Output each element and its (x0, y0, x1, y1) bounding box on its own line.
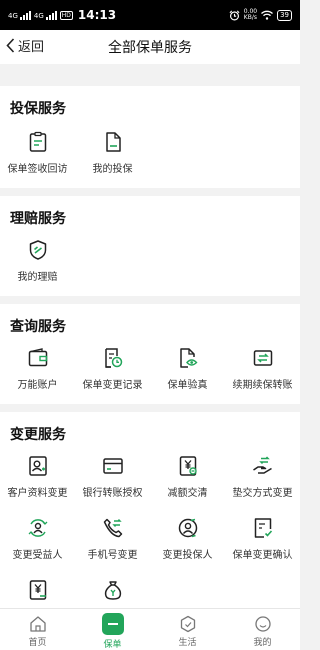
bottom-tab-bar: 首页 保单 生活 我的 (0, 608, 300, 650)
service-item-change-records[interactable]: 保单变更记录 (75, 346, 150, 391)
policyholder-icon (178, 518, 197, 538)
service-item-renewal-transfer[interactable]: 续期续保转账 (225, 346, 300, 391)
tab-policy[interactable]: 保单 (75, 609, 150, 650)
service-label: 垫交方式变更 (232, 488, 293, 499)
signal-2: 4G (34, 10, 57, 20)
wallet-icon (28, 348, 47, 367)
service-item-signoff-visit[interactable]: 保单签收回访 (0, 130, 75, 175)
service-item-partial[interactable] (75, 578, 150, 608)
yen-receipt-icon (29, 580, 46, 600)
claim-shield-icon (29, 240, 46, 260)
alarm-icon (229, 10, 240, 20)
section-title: 查询服务 (10, 319, 66, 335)
record-clock-icon (104, 348, 122, 368)
policy-icon (101, 613, 124, 635)
clipboard-icon (29, 131, 46, 152)
back-label: 返回 (18, 40, 45, 55)
signal-1: 4G (8, 10, 31, 20)
document-icon (105, 132, 121, 152)
service-item-change-policyholder[interactable]: 变更投保人 (150, 516, 225, 561)
service-item-change-confirm[interactable]: 保单变更确认 (225, 516, 300, 561)
transfer-icon (253, 350, 272, 366)
service-label: 我的投保 (92, 164, 133, 175)
section-query: 查询服务 万能账户 保单变更记录 保单验真 续期续保转账 (0, 304, 300, 404)
hand-exchange-icon (252, 456, 272, 474)
service-item-reduced-paid-up[interactable]: 减额交清 (150, 454, 225, 499)
service-item-change-beneficiary[interactable]: 变更受益人 (0, 516, 75, 561)
money-bag-icon (104, 581, 121, 600)
nav-bar: 返回 全部保单服务 (0, 30, 300, 64)
life-icon (180, 615, 195, 633)
service-item-partial[interactable] (0, 578, 75, 608)
service-item-bank-authorization[interactable]: 银行转账授权 (75, 454, 150, 499)
status-time: 14:13 (77, 8, 117, 22)
battery-indicator: 39 (277, 9, 292, 21)
service-item-advance-payment[interactable]: 垫交方式变更 (225, 454, 300, 499)
confirm-doc-icon (254, 518, 272, 538)
yen-doc-icon (179, 456, 197, 476)
service-item-universal-account[interactable]: 万能账户 (0, 346, 75, 391)
bank-card-icon (102, 458, 123, 474)
service-item-policy-verify[interactable]: 保单验真 (150, 346, 225, 391)
section-claims: 理赔服务 我的理赔 (0, 196, 300, 296)
service-item-customer-info[interactable]: 客户资料变更 (0, 454, 75, 499)
section-title: 变更服务 (10, 427, 66, 443)
section-underwriting: 投保服务 保单签收回访 我的投保 (0, 86, 300, 188)
network-speed: 0.00 KB/s (243, 8, 258, 21)
service-label: 变更受益人 (12, 550, 63, 561)
tab-label: 我的 (253, 638, 272, 648)
smile-icon (254, 616, 271, 632)
verify-eye-icon (179, 348, 197, 368)
service-label: 我的理赔 (17, 272, 58, 283)
service-label: 变更投保人 (162, 550, 213, 561)
tab-home[interactable]: 首页 (0, 609, 75, 650)
page-title: 全部保单服务 (108, 40, 192, 56)
phone-icon (103, 518, 122, 538)
service-label: 保单签收回访 (7, 164, 68, 175)
tab-label: 首页 (28, 638, 47, 648)
service-label: 保单变更记录 (82, 380, 143, 391)
tab-label: 生活 (178, 638, 197, 648)
service-label: 续期续保转账 (232, 380, 293, 391)
service-label: 保单验真 (167, 380, 208, 391)
service-label: 手机号变更 (87, 550, 138, 561)
profile-card-icon (28, 456, 47, 476)
hd-badge: HD (59, 10, 73, 20)
service-label: 保单变更确认 (232, 550, 293, 561)
tab-life[interactable]: 生活 (150, 609, 225, 650)
beneficiary-icon (28, 519, 47, 537)
service-label: 减额交清 (167, 488, 208, 499)
section-title: 投保服务 (10, 101, 66, 117)
tab-mine[interactable]: 我的 (225, 609, 300, 650)
tab-label: 保单 (103, 640, 122, 650)
service-label: 客户资料变更 (7, 488, 68, 499)
section-changes: 变更服务 客户资料变更 银行转账授权 减额交清 垫交方式变更 变更受益人 手机号… (0, 412, 300, 608)
section-title: 理赔服务 (10, 211, 66, 227)
home-icon (29, 616, 46, 632)
service-item-my-applications[interactable]: 我的投保 (75, 130, 150, 175)
service-item-change-phone[interactable]: 手机号变更 (75, 516, 150, 561)
chevron-left-icon (6, 38, 15, 53)
service-label: 银行转账授权 (82, 488, 143, 499)
back-button[interactable]: 返回 (6, 36, 44, 55)
wifi-icon (261, 10, 274, 20)
service-label: 万能账户 (17, 380, 58, 391)
service-item-my-claims[interactable]: 我的理赔 (0, 238, 75, 283)
status-bar: 4G 4G HD 14:13 0.00 KB/s 39 (0, 0, 300, 30)
